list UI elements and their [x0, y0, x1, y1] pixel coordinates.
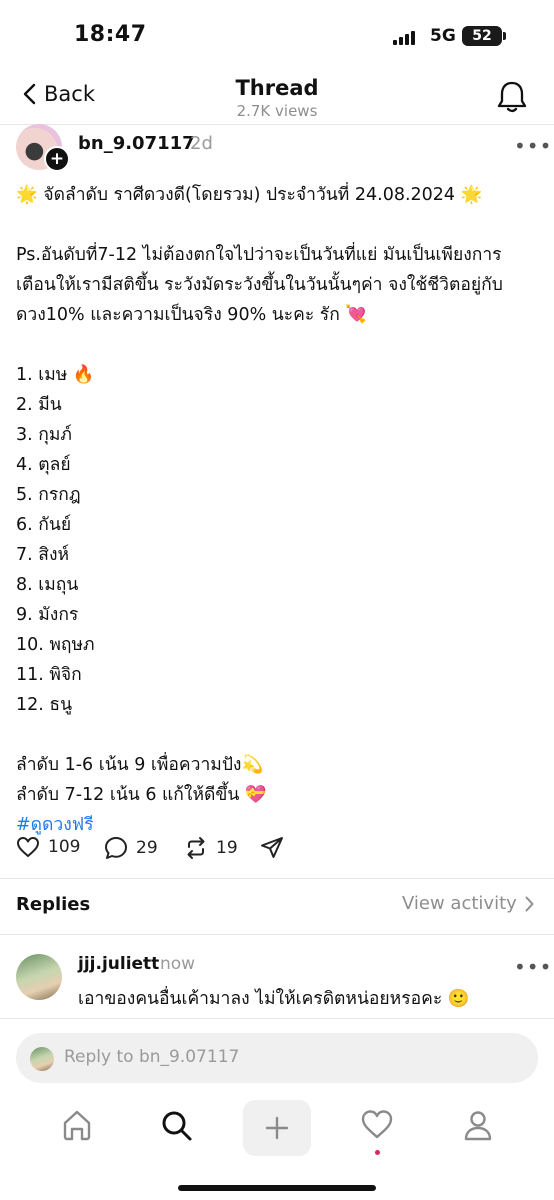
send-icon	[261, 837, 283, 858]
post-line: 1. เมษ 🔥	[16, 365, 95, 385]
post-line: 5. กรกฎ	[16, 485, 81, 505]
repost-button[interactable]: 19	[184, 836, 238, 860]
post-line: 7. สิงห์	[16, 545, 70, 565]
reply-text: เอาของคนอื่นเค้ามาลง ไม่ให้เครดิตหน่อยหร…	[78, 989, 470, 1009]
my-avatar	[30, 1047, 54, 1071]
repost-count: 19	[216, 838, 238, 858]
post-line: 10. พฤษภ	[16, 635, 95, 655]
battery-icon: 52	[462, 26, 502, 46]
post-line: ลำดับ 1-6 เน้น 9 เพื่อความปัง💫	[16, 755, 264, 775]
replies-divider	[0, 878, 554, 879]
replies-header-divider	[0, 934, 554, 935]
search-icon[interactable]	[159, 1108, 193, 1146]
like-count: 109	[48, 837, 81, 857]
like-button[interactable]: 109	[16, 836, 80, 858]
home-indicator	[178, 1185, 376, 1191]
post-line: 11. พิจิก	[16, 665, 82, 685]
heart-icon	[17, 837, 39, 857]
comment-button[interactable]: 29	[104, 836, 158, 860]
reply-time: now	[160, 954, 196, 974]
comment-icon	[105, 837, 127, 859]
notification-dot	[375, 1150, 380, 1155]
status-time: 18:47	[74, 22, 147, 47]
bell-icon[interactable]	[496, 80, 528, 118]
post-line: 🌟 จัดลำดับ ราศีดวงดี(โดยรวม) ประจำวันที่…	[16, 185, 483, 205]
post-line: Ps.อันดับที่7-12 ไม่ต้องตกใจไปว่าจะเป็นว…	[16, 245, 502, 265]
home-icon[interactable]	[60, 1108, 94, 1146]
network-label: 5G	[430, 26, 456, 46]
reply-username[interactable]: jjj.juliett	[78, 954, 159, 974]
repost-icon	[187, 837, 205, 859]
more-options-icon[interactable]: •••	[514, 134, 552, 158]
signal-icon	[393, 30, 415, 45]
chevron-right-icon	[525, 896, 534, 911]
nav-divider	[0, 124, 554, 125]
post-line: 12. ธนู	[16, 695, 73, 715]
post-line: 4. ตุลย์	[16, 455, 71, 475]
post-line: เตือนให้เรามีสติขึ้น ระวังมัดระวังขึ้นใน…	[16, 275, 503, 295]
reply-divider	[0, 1018, 554, 1019]
compose-icon[interactable]	[243, 1100, 311, 1156]
post-body: 🌟 จัดลำดับ ราศีดวงดี(โดยรวม) ประจำวันที่…	[16, 180, 538, 840]
post-line: 8. เมถุน	[16, 575, 79, 595]
follow-plus-icon[interactable]: +	[44, 146, 70, 172]
view-activity-label: View activity	[402, 893, 517, 914]
reply-author-avatar[interactable]	[16, 954, 62, 1000]
post-line: ลำดับ 7-12 เน้น 6 แก้ให้ดีขึ้น 💝	[16, 785, 267, 805]
battery-tip	[503, 32, 506, 40]
post-line: 6. กันย์	[16, 515, 72, 535]
reply-more-options-icon[interactable]: •••	[514, 955, 552, 979]
view-activity-link[interactable]: View activity	[402, 893, 534, 914]
post-line: 9. มังกร	[16, 605, 79, 625]
view-count: 2.7K views	[236, 102, 318, 120]
share-button[interactable]	[260, 836, 284, 860]
post-line: 2. มีน	[16, 395, 62, 415]
author-username[interactable]: bn_9.07117	[78, 133, 195, 154]
activity-heart-icon[interactable]	[360, 1108, 394, 1144]
page-title: Thread	[235, 76, 319, 100]
comment-count: 29	[136, 838, 158, 858]
reply-placeholder[interactable]: Reply to bn_9.07117	[64, 1047, 239, 1067]
post-line: ดวง10% และความเป็นจริง 90% นะคะ รัก 💘	[16, 305, 368, 325]
post-time: 2d	[190, 133, 213, 154]
post-line: 3. กุมภ์	[16, 425, 72, 445]
battery-level: 52	[472, 28, 492, 44]
replies-title: Replies	[16, 894, 91, 915]
profile-icon[interactable]	[461, 1108, 495, 1146]
